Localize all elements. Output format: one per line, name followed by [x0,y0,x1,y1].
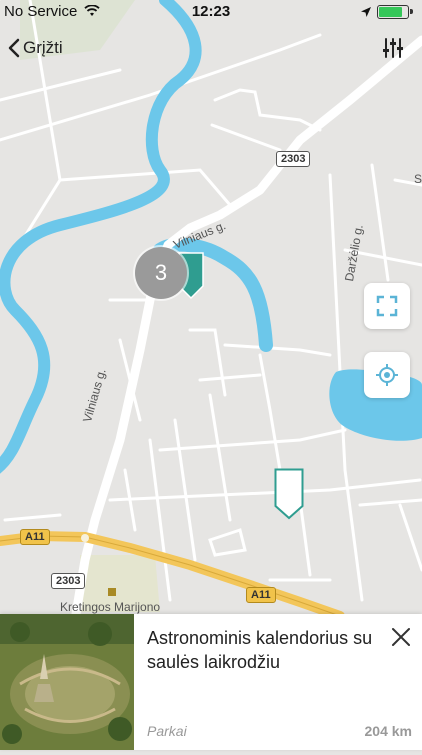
chevron-left-icon [8,38,20,58]
fullscreen-button[interactable] [364,283,410,329]
location-arrow-icon [360,5,372,22]
sliders-icon [383,38,403,58]
expand-icon [376,295,398,317]
place-card[interactable]: Astronominis kalendorius su saulės laikr… [0,614,422,750]
back-label: Grįžti [23,38,63,57]
crosshair-icon [376,364,398,386]
marker-cluster[interactable]: 3 [135,247,187,299]
close-icon [392,628,410,646]
cluster-count: 3 [154,260,168,285]
place-distance: 204 km [364,723,412,739]
clock: 12:23 [191,3,231,20]
map-marker[interactable] [274,468,304,520]
close-button[interactable] [388,624,414,650]
street-label: S [414,172,422,186]
marker-pin-icon [274,468,304,520]
road-shield: 2303 [276,151,311,167]
battery-icon [377,5,413,19]
back-button[interactable]: Grįžti [8,36,63,60]
place-title: Astronominis kalendorius su saulės laikr… [147,628,373,672]
place-category: Parkai [147,723,187,739]
status-bar: No Service 12:23 [0,0,422,24]
road-shield-highway: A11 [246,587,276,603]
road-shield-highway: A11 [20,529,50,545]
place-label: Kretingos Marijono [60,600,161,614]
road-shield: 2303 [51,573,86,589]
locate-me-button[interactable] [364,352,410,398]
place-thumbnail [0,614,134,750]
filter-button[interactable] [381,36,405,60]
